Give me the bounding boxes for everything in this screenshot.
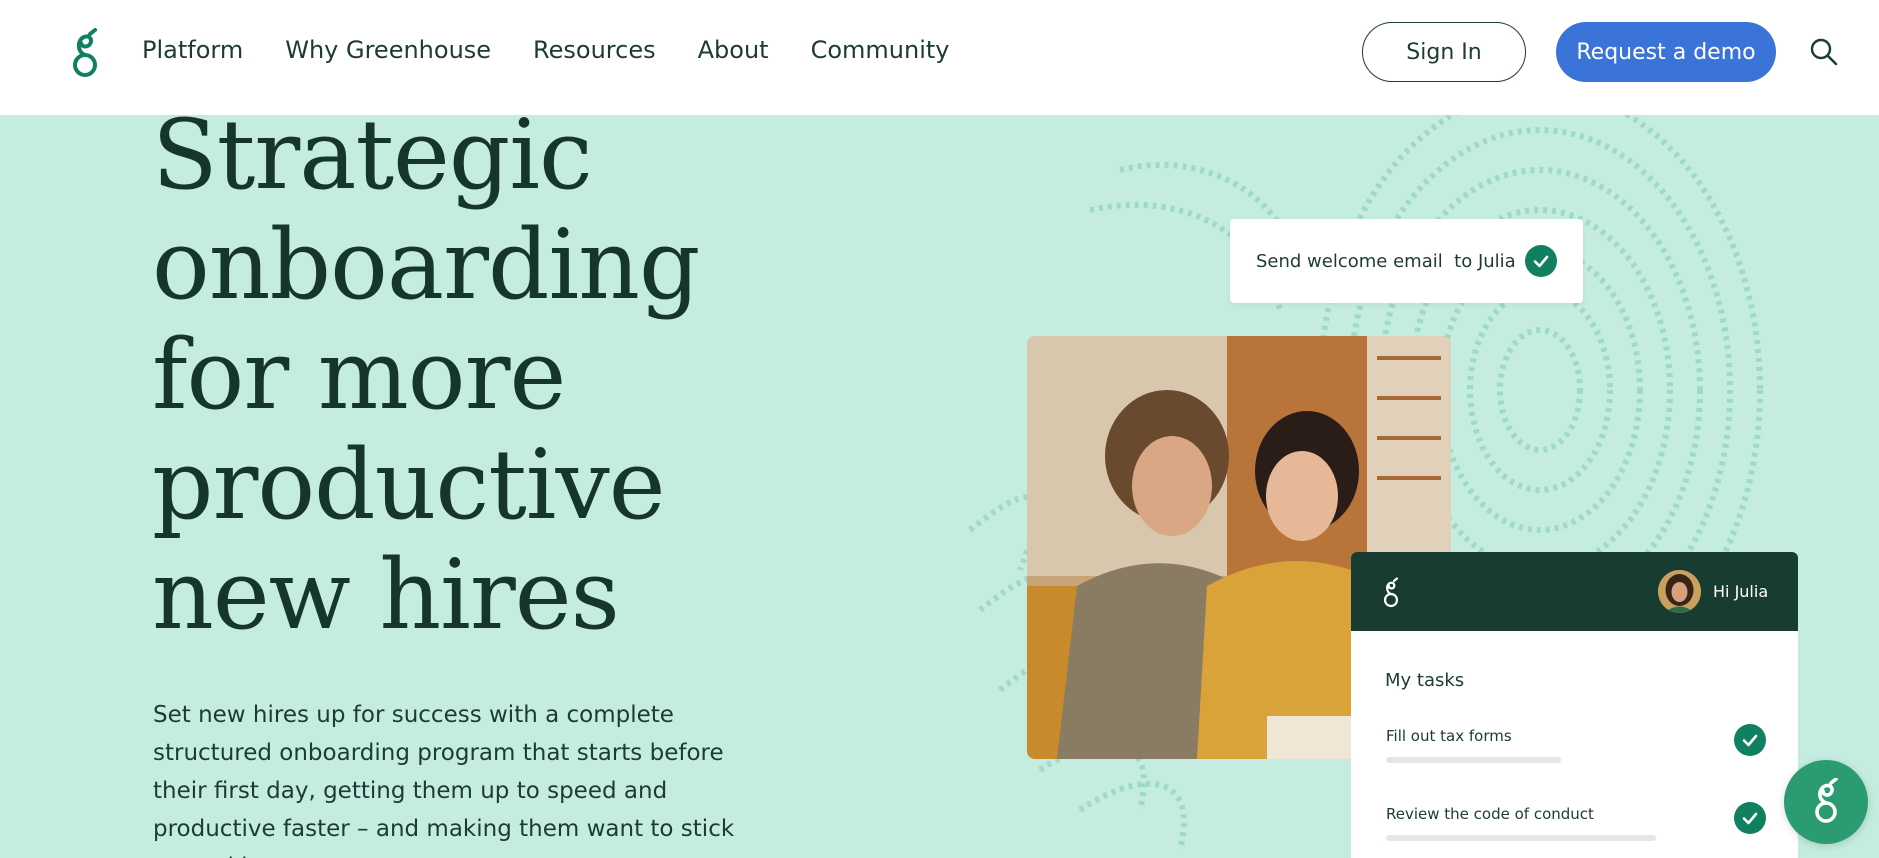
request-demo-button[interactable]: Request a demo: [1556, 22, 1776, 82]
email-card-text: Send welcome email to Julia: [1256, 250, 1516, 272]
task-item[interactable]: Fill out tax forms: [1386, 724, 1766, 763]
check-icon: [1734, 724, 1766, 756]
headline-line: Strategic: [152, 99, 593, 211]
search-icon[interactable]: [1809, 37, 1839, 67]
task-panel: Hi Julia My tasks Fill out tax forms Rev…: [1351, 552, 1798, 858]
hero-headline: Strategic onboarding for more productive…: [152, 100, 752, 650]
task-label: Review the code of conduct: [1386, 805, 1594, 823]
headline-line: new hires: [152, 539, 620, 651]
task-progress-bar: [1386, 835, 1656, 841]
welcome-email-card: Send welcome email to Julia: [1230, 219, 1583, 303]
greenhouse-logo-icon: [1383, 577, 1399, 608]
chat-launcher-button[interactable]: [1784, 760, 1868, 844]
task-panel-header: Hi Julia: [1351, 552, 1798, 631]
greenhouse-logo-icon: [1815, 778, 1838, 823]
task-label: Fill out tax forms: [1386, 727, 1512, 745]
nav-why-greenhouse[interactable]: Why Greenhouse: [285, 36, 491, 64]
greeting-label: Hi Julia: [1713, 582, 1769, 601]
greenhouse-logo-icon[interactable]: [68, 28, 102, 78]
headline-line: onboarding: [152, 209, 700, 321]
task-item[interactable]: Review the code of conduct: [1386, 802, 1766, 841]
check-icon: [1525, 245, 1557, 277]
task-progress-bar: [1386, 757, 1561, 763]
avatar[interactable]: [1658, 570, 1701, 613]
main-nav: Platform Why Greenhouse Resources About …: [142, 0, 992, 100]
site-header: Platform Why Greenhouse Resources About …: [0, 0, 1879, 115]
sign-in-button[interactable]: Sign In: [1362, 22, 1526, 82]
headline-line: productive: [152, 429, 666, 541]
hero-subtext: Set new hires up for success with a comp…: [153, 702, 735, 858]
check-icon: [1734, 802, 1766, 834]
nav-platform[interactable]: Platform: [142, 36, 243, 64]
nav-community[interactable]: Community: [811, 36, 950, 64]
nav-resources[interactable]: Resources: [533, 36, 656, 64]
tasks-title: My tasks: [1385, 670, 1465, 691]
nav-about[interactable]: About: [698, 36, 769, 64]
headline-line: for more: [152, 319, 566, 431]
